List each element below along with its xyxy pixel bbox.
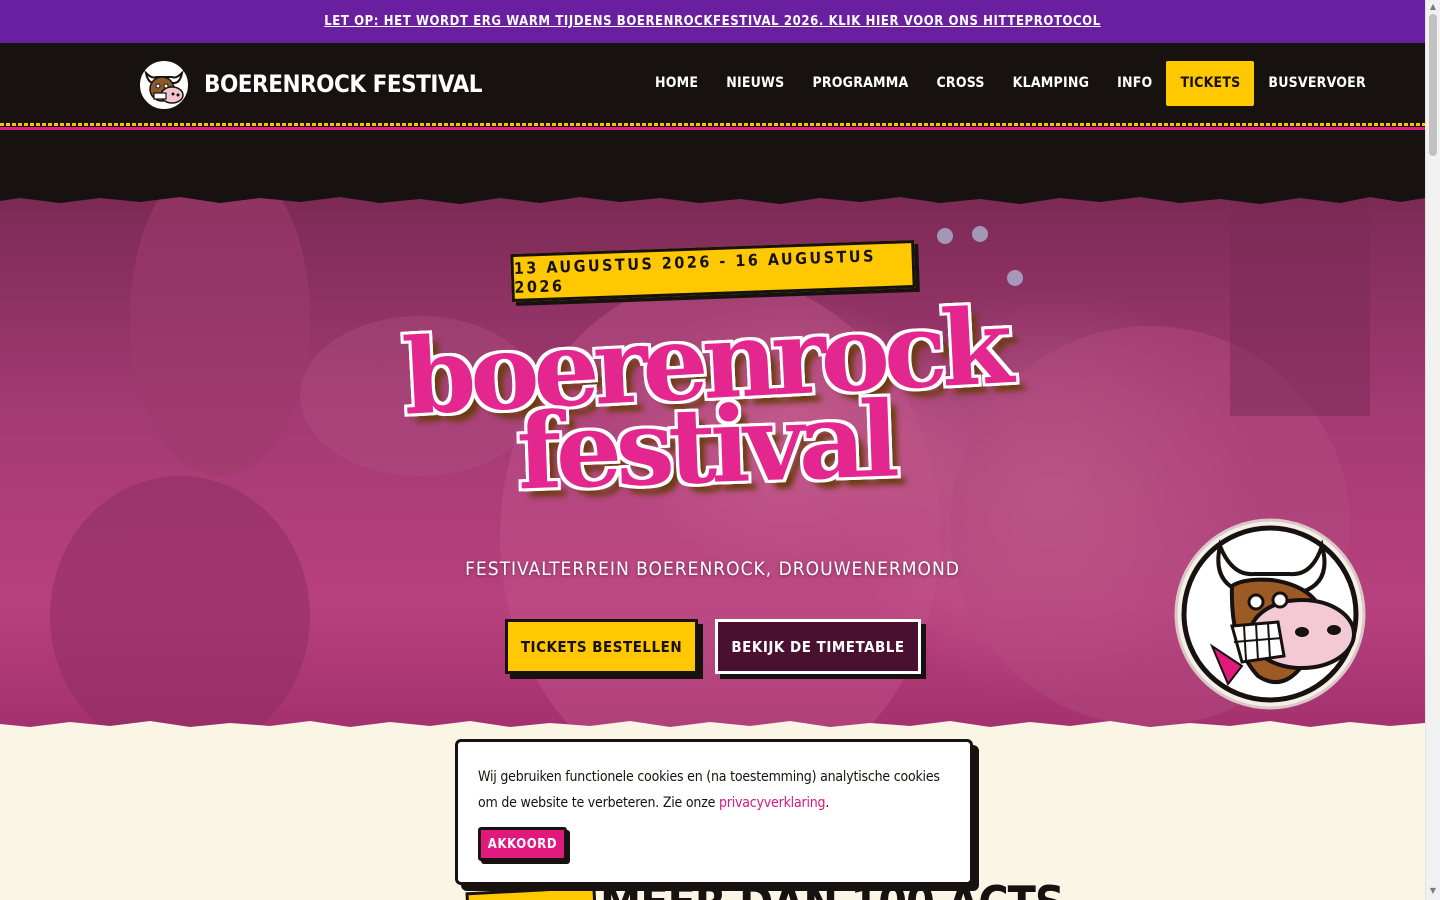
nav-home[interactable]: HOME (641, 61, 712, 106)
privacy-link[interactable]: privacyverklaring (719, 795, 826, 811)
heat-protocol-link[interactable]: LET OP: HET WORDT ERG WARM TIJDENS BOERE… (324, 14, 1101, 29)
scroll-down-icon[interactable]: ▼ (1428, 886, 1438, 896)
announcement-bar: LET OP: HET WORDT ERG WARM TIJDENS BOERE… (0, 0, 1425, 43)
tickets-bestellen-button[interactable]: TICKETS BESTELLEN (505, 619, 698, 674)
nav-tickets[interactable]: TICKETS (1166, 61, 1255, 106)
section-badge-peek (465, 885, 597, 900)
festival-logo-title: boerenrock festival (330, 284, 1080, 513)
brand-name[interactable]: BOERENROCK FESTIVAL (204, 68, 482, 100)
akkoord-button[interactable]: AKKOORD (478, 827, 567, 861)
cookie-message: Wij gebruiken functionele cookies en (na… (478, 764, 950, 816)
bull-mascot-icon (1174, 518, 1366, 710)
header-decorative-stripe (0, 123, 1425, 132)
cookie-text-end: . (825, 795, 830, 811)
nav-info[interactable]: INFO (1103, 61, 1166, 106)
bekijk-timetable-button[interactable]: BEKIJK DE TIMETABLE (715, 619, 921, 674)
hero-torn-edge-top (0, 186, 1425, 204)
nav-klamping[interactable]: KLAMPING (999, 61, 1103, 106)
nav-busvervoer[interactable]: BUSVERVOER (1254, 61, 1379, 106)
scrollbar-thumb[interactable] (1429, 14, 1437, 156)
nav-programma[interactable]: PROGRAMMA (798, 61, 922, 106)
main-nav: HOME NIEUWS PROGRAMMA CROSS KLAMPING INF… (641, 61, 1380, 106)
cookie-consent-dialog: Wij gebruiken functionele cookies en (na… (455, 739, 973, 885)
cookie-text: Wij gebruiken functionele cookies en (na… (478, 769, 940, 811)
nav-cross[interactable]: CROSS (922, 61, 998, 106)
nav-nieuws[interactable]: NIEUWS (712, 61, 798, 106)
scroll-up-icon[interactable]: ▲ (1428, 2, 1438, 12)
bull-logo-icon[interactable] (138, 59, 190, 111)
